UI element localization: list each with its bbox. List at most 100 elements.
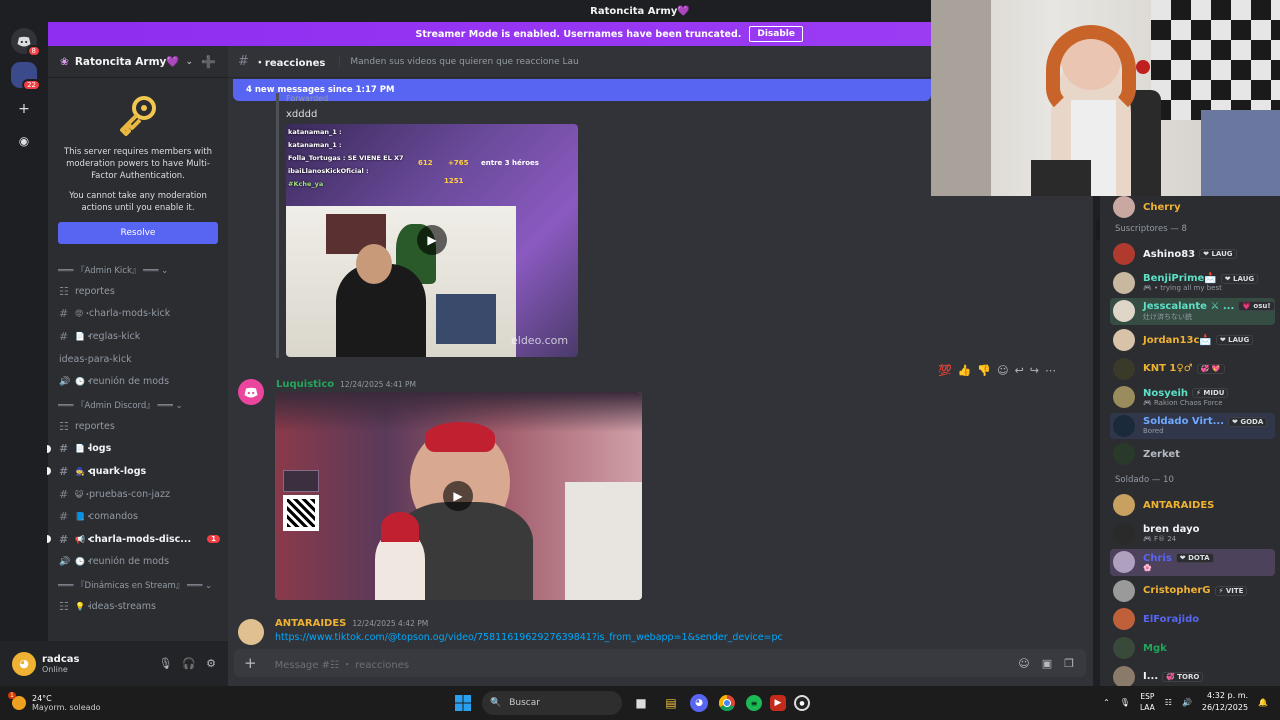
invite-people-icon[interactable]: ➕ <box>201 55 216 69</box>
channel-reglas-kick[interactable]: # 📄・ reglas-kick <box>48 325 228 348</box>
member-name: CristopherG <box>1143 585 1211 597</box>
member-name: I... <box>1143 671 1159 683</box>
taskbar-apps: 🔍 Buscar ■ ▤ ◕ ≡ ▶ ● <box>452 691 810 715</box>
mfa-text-1: This server requires members with modera… <box>63 147 213 181</box>
forward-icon[interactable]: ↪ <box>1030 364 1039 377</box>
message-author[interactable]: ANTARAIDES <box>275 618 346 629</box>
avatar[interactable] <box>238 379 264 405</box>
server-header[interactable]: ❀ Ratoncita Army💜 ⌄ ➕ <box>48 46 228 78</box>
member-name: Nosyeih <box>1143 387 1189 399</box>
gear-icon[interactable]: ⚙ <box>206 657 216 670</box>
webcam-overlay <box>931 0 1280 196</box>
obs-icon[interactable]: ● <box>794 695 810 711</box>
channel-reunion-de-mods-2[interactable]: 🔊 🕒・ reunión de mods <box>48 551 228 574</box>
windows-start-icon[interactable] <box>452 692 474 714</box>
new-messages-bar[interactable]: 4 new messages since 1:17 PM <box>233 79 931 101</box>
member-item[interactable]: Jordan13c📩 ❤ LAUG <box>1100 326 1280 355</box>
avatar <box>1113 522 1135 545</box>
thumbs-up-icon[interactable]: 👍 <box>958 364 972 377</box>
video-embed-1[interactable]: katanaman_1 : katanaman_1 : Folla_Tortug… <box>286 124 578 357</box>
channel-reportes-discord[interactable]: ☷ reportes <box>48 415 228 438</box>
spotify-icon[interactable]: ≡ <box>746 695 762 711</box>
member-item[interactable]: Ashino83 ❤ LAUG <box>1100 240 1280 269</box>
search-input[interactable]: 🔍 Buscar <box>482 691 622 715</box>
volume-icon[interactable]: 🔊 <box>1182 698 1192 707</box>
channel-logs[interactable]: # 📄・ logs <box>47 438 228 461</box>
message-input[interactable]: Message #☷ ・ reacciones <box>275 656 409 671</box>
channel-reportes[interactable]: ☷ reportes <box>48 280 228 303</box>
category-admin-discord[interactable]: ═══ 『Admin Discord』 ═══ ⌄ <box>48 397 228 415</box>
server-icon-ratoncita[interactable]: 22 <box>11 62 41 91</box>
member-list: Cherry Suscriptores — 8 Ashino83 ❤ LAUG Be… <box>1100 196 1280 688</box>
channel-charla-mods-discord[interactable]: # 📢・ charla-mods-disc... 1 <box>47 528 228 551</box>
disable-streamer-mode-button[interactable]: Disable <box>749 26 803 42</box>
member-name: Chris <box>1143 552 1172 564</box>
network-icon[interactable]: ☷ <box>1165 698 1172 707</box>
task-view-icon[interactable]: ■ <box>630 692 652 714</box>
channel-ideas-streams[interactable]: ☷ 💡・ ideas-streams <box>48 595 228 618</box>
resolve-button[interactable]: Resolve <box>58 222 218 244</box>
more-icon[interactable]: ⋯ <box>1045 364 1056 377</box>
message-composer[interactable]: + Message #☷ ・ reacciones ☺ ▣ ❐ <box>234 649 1086 677</box>
app-icon-red[interactable]: ▶ <box>770 695 786 711</box>
play-icon[interactable]: ▶ <box>417 225 447 255</box>
chevron-up-icon[interactable]: ⌃ <box>1103 698 1110 707</box>
discover-icon[interactable]: ◉ <box>11 128 37 154</box>
channel-comandos[interactable]: # 📘・ comandos <box>48 505 228 528</box>
add-server-icon[interactable]: + <box>11 96 37 122</box>
add-attachment-icon[interactable]: + <box>244 654 257 672</box>
category-dinamicas[interactable]: ═══ 『Dinámicas en Stream』 ═══ ⌄ <box>48 577 228 595</box>
avatar[interactable] <box>238 619 264 645</box>
channel-quark-logs[interactable]: # 🧙・ quark-logs <box>47 460 228 483</box>
language-indicator[interactable]: ESP LAA <box>1140 691 1155 713</box>
microphone-icon[interactable]: 🎙 <box>158 657 172 670</box>
member-item[interactable]: ANTARAIDES <box>1100 491 1280 520</box>
headphones-icon[interactable]: 🎧 <box>182 657 196 670</box>
message-author[interactable]: Luquistico <box>276 379 334 390</box>
message-link[interactable]: https://www.tiktok.com/@topson.og/video/… <box>275 632 783 643</box>
avatar[interactable]: ◕ <box>12 651 36 676</box>
microphone-icon[interactable]: 🎙 <box>1120 698 1130 707</box>
discord-home-icon[interactable]: 8 <box>11 28 41 57</box>
member-item[interactable]: Mgk <box>1100 634 1280 663</box>
emoji-icon[interactable]: ☺ <box>1018 657 1029 670</box>
channel-charla-mods-kick[interactable]: # 😡・ charla-mods-kick <box>48 303 228 326</box>
system-tray: ⌃ 🎙 ESP LAA ☷ 🔊 4:32 p. m. 26/12/2025 🔔 <box>1103 690 1268 714</box>
member-item[interactable]: Jesscalante ⚔ ... 💗 osu! 灶け済ちない銃 <box>1100 297 1280 326</box>
streamer-mode-banner: Streamer Mode is enabled. Usernames have… <box>48 22 931 46</box>
member-item[interactable]: Nosyeih ⚡ MIDU 🎮 Rakion Chaos Force <box>1100 383 1280 412</box>
reaction-100-icon[interactable]: 💯 <box>938 364 952 377</box>
member-item[interactable]: Soldado Virt... ❤ GODA Bored <box>1100 412 1280 441</box>
member-item[interactable]: Zerket <box>1100 440 1280 469</box>
member-item[interactable]: Chris ❤ DOTA 🌸 <box>1100 548 1280 577</box>
file-explorer-icon[interactable]: ▤ <box>660 692 682 714</box>
member-item[interactable]: BenjiPrime📩 ❤ LAUG 🎮 • trying all my best <box>1100 269 1280 298</box>
play-icon[interactable]: ▶ <box>443 481 473 511</box>
channel-reunion-de-mods[interactable]: 🔊 🕒・ reunión de mods <box>48 370 228 393</box>
channel-ideas-para-kick[interactable]: ☷ideas-para-kick <box>48 348 228 371</box>
reply-icon[interactable]: ↩ <box>1015 364 1024 377</box>
member-item[interactable]: KNT 1♀♂ 💞 💖 <box>1100 354 1280 383</box>
thumbs-down-icon[interactable]: 👎 <box>977 364 991 377</box>
clock[interactable]: 4:32 p. m. 26/12/2025 <box>1202 690 1248 714</box>
member-item[interactable]: CristopherG ⚡ VITE <box>1100 577 1280 606</box>
video-chat-overlay: katanaman_1 : katanaman_1 : Folla_Tortug… <box>288 128 404 188</box>
member-item[interactable]: ElForajido <box>1100 605 1280 634</box>
channel-topic[interactable]: Manden sus videos que quieren que reacci… <box>339 56 579 67</box>
member-cherry[interactable]: Cherry <box>1100 196 1280 218</box>
message-timestamp: 12/24/2025 4:41 PM <box>340 380 416 389</box>
weather-widget[interactable]: 1 24°C Mayorm. soleado <box>8 692 101 712</box>
notification-icon[interactable]: 🔔 <box>1258 698 1268 707</box>
video-embed-2[interactable]: ▶ <box>275 392 642 600</box>
gift-icon[interactable]: ❐ <box>1064 657 1074 670</box>
category-admin-kick[interactable]: ═══ 『Admin Kick』 ═══ ⌄ <box>48 262 228 280</box>
avatar <box>1113 494 1135 517</box>
discord-taskbar-icon[interactable]: ◕ <box>690 694 708 712</box>
channel-pruebas-con-jazz[interactable]: # 😺・ pruebas-con-jazz <box>48 483 228 506</box>
member-item[interactable]: bren dayo 🎮 F® 24 <box>1100 519 1280 548</box>
member-tag: 💞 💖 <box>1196 363 1225 374</box>
chrome-icon[interactable] <box>716 692 738 714</box>
gif-icon[interactable]: ▣ <box>1042 657 1052 670</box>
add-reaction-icon[interactable]: ☺ <box>997 364 1008 377</box>
unread-pip <box>47 467 51 476</box>
